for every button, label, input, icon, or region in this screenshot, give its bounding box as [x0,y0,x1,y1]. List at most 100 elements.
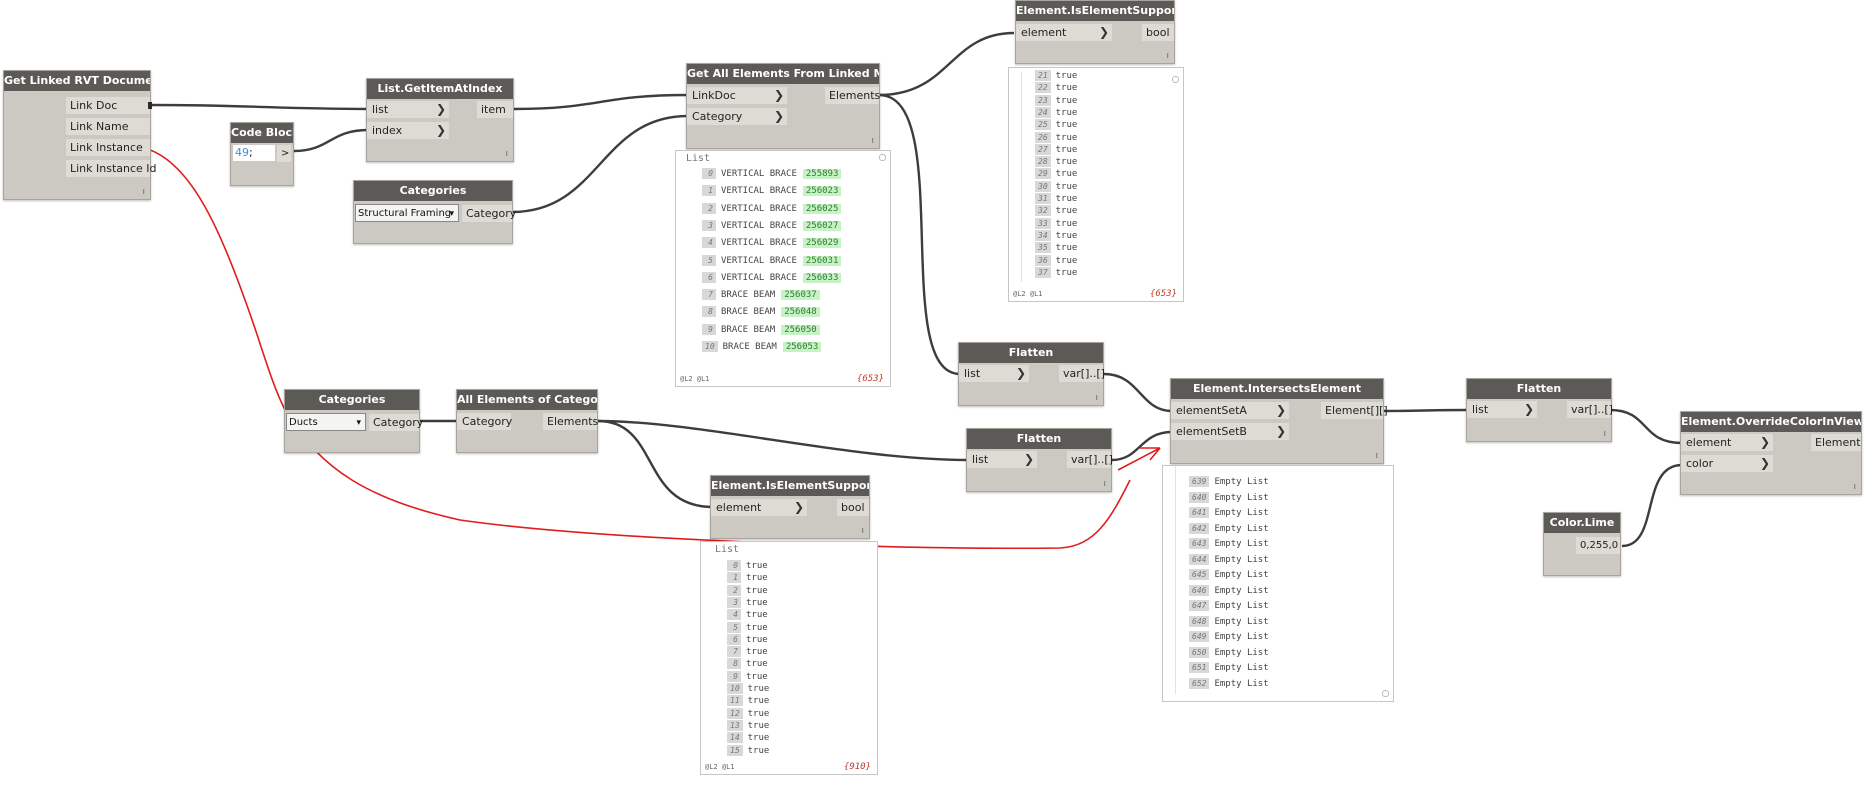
wire-flatten2-to-setB[interactable] [1111,430,1173,462]
port-label: element [1021,26,1067,39]
output-port-element-array[interactable]: Element[][] [1321,402,1388,419]
row-value: VERTICAL BRACE [721,186,797,197]
element-id-link[interactable]: 255893 [802,169,842,179]
chevron-right-icon: ❯ [793,500,804,514]
preview-supported-bottom[interactable]: List 0 true 1 true 2 true 3 true 4 true 5 true 6 true… [700,541,878,775]
node-flatten-2[interactable]: Flatten list ❯ var[]..[] ı [966,428,1113,492]
element-id-link[interactable]: 256029 [802,238,842,249]
input-port-element-set-b[interactable]: elementSetB ❯ [1171,423,1289,440]
input-port-element-set-a[interactable]: elementSetA ❯ [1171,402,1289,419]
output-port-var[interactable]: var[]..[] [1067,451,1113,468]
output-port-link-name[interactable]: Link Name [66,118,150,135]
output-port-bool[interactable]: bool [1142,24,1174,41]
input-port-category[interactable]: Category ❯ [687,108,787,125]
preview-linked-model[interactable]: List 0 VERTICAL BRACE 255893 1 VERTICAL BRAC… [675,150,891,387]
input-port-list[interactable]: list ❯ [959,365,1029,382]
node-footer-mark: ı [1375,451,1378,461]
output-port-link-instance-id[interactable]: Link Instance Id [66,160,157,177]
input-port-index[interactable]: index ❯ [367,122,449,139]
code-editor[interactable]: 49; [233,145,275,161]
row-index: 29 [1035,168,1051,180]
node-title: Color.Lime [1544,513,1620,533]
port-label: element [716,501,762,514]
wire-item-to-linkdoc[interactable] [513,93,689,111]
node-is-element-supported-bottom[interactable]: Element.IsElementSupported element ❯ bool… [710,475,870,539]
wire-codeblock-to-index[interactable] [293,128,369,153]
node-list-get-item-at-index[interactable]: List.GetItemAtIndex list ❯ index ❯ item ı [366,78,514,162]
output-port-elements[interactable]: Elements [543,413,598,430]
input-port-color[interactable]: color ❯ [1681,455,1773,472]
row-value: true [1055,83,1078,94]
port-label: list [972,453,989,466]
resize-handle[interactable] [879,154,886,161]
category-dropdown[interactable]: Structural Framing ▾ [355,204,459,222]
element-id-link[interactable]: 256050 [781,324,820,335]
output-port-code[interactable]: > [277,145,291,162]
input-port-list[interactable]: list ❯ [367,101,449,118]
preview-intersects[interactable]: 639 Empty List 640 Empty List 641 Empty List 6… [1162,465,1394,702]
node-get-linked-rvt-documents[interactable]: Get Linked RVT Documents Link Doc Link N… [3,70,157,200]
node-title: Categories [354,181,512,201]
input-port-linkdoc[interactable]: LinkDoc ❯ [687,87,787,104]
row-value: true [1055,181,1078,192]
output-port-link-instance[interactable]: Link Instance [66,139,150,156]
output-port-bool[interactable]: bool [837,499,869,516]
row-value: true [1055,107,1078,118]
node-get-all-elements-linked[interactable]: Get All Elements From Linked Model LinkD… [686,63,880,149]
node-categories-structural[interactable]: Categories Structural Framing ▾ Category [353,180,516,244]
node-code-block[interactable]: Code Block 49; > [230,122,294,186]
wire-linkdoc-to-list[interactable] [150,103,369,111]
input-port-category[interactable]: Category [457,413,512,430]
element-id-link[interactable]: 256031 [802,255,842,266]
node-is-element-supported-top[interactable]: Element.IsElementSupported element ❯ bool… [1015,0,1175,64]
preview-row: 24 true [1035,106,1078,118]
output-port-var[interactable]: var[]..[] [1059,365,1105,382]
output-port-category[interactable]: Category [369,414,423,431]
input-port-element[interactable]: element ❯ [711,499,807,516]
wire-color-to-color[interactable] [1621,463,1683,548]
preview-count: {653} [856,374,884,384]
element-id-link[interactable]: 256027 [802,220,842,231]
node-categories-ducts[interactable]: Categories Ducts ▾ Category [284,389,423,453]
preview-row: 11 true [727,695,769,707]
input-port-list[interactable]: list ❯ [967,451,1037,468]
dropdown-value: Structural Framing [358,208,452,219]
output-port-var[interactable]: var[]..[] [1567,401,1613,418]
node-flatten-1[interactable]: Flatten list ❯ var[]..[] ı [958,342,1105,406]
output-port-element[interactable]: Element [1811,434,1861,451]
node-element-intersects-element[interactable]: Element.IntersectsElement elementSetA ❯ e… [1170,378,1388,464]
element-id-link[interactable]: 256053 [782,342,822,352]
wire-elements-to-flatten[interactable] [878,93,961,376]
wire-elements-to-flatten2[interactable] [597,419,969,462]
row-value: true [746,647,768,658]
output-port-color[interactable]: 0,255,0 [1576,537,1620,554]
wire-flatten3-to-element[interactable] [1609,408,1683,445]
wire-category-to-category[interactable] [511,114,689,214]
node-element-override-color[interactable]: Element.OverrideColorInView element ❯ col… [1680,411,1862,495]
element-id-link[interactable]: 256023 [802,186,842,197]
input-port-element[interactable]: element ❯ [1016,24,1112,41]
wire-elements-to-supported[interactable] [878,31,1015,97]
preview-supported-top[interactable]: 21 true 22 true 23 true 24 true 25 true 26 true 27 tr… [1008,67,1184,302]
element-id-link[interactable]: 256033 [802,272,842,283]
wire-intersects-to-flatten3[interactable] [1383,408,1469,413]
chevron-right-icon: ❯ [435,102,446,116]
output-port-link-doc[interactable]: Link Doc [66,97,150,114]
wire-elements-to-supported2[interactable] [597,419,714,509]
output-port-elements[interactable]: Elements [825,87,880,104]
category-dropdown[interactable]: Ducts ▾ [286,413,366,431]
node-flatten-3[interactable]: Flatten list ❯ var[]..[] ı [1466,378,1613,442]
node-all-elements-of-category[interactable]: All Elements of Category Category Elemen… [456,389,598,453]
element-id-link[interactable]: 256037 [781,290,820,301]
output-port-item[interactable]: item [477,101,513,118]
resize-handle[interactable] [1382,690,1389,697]
resize-handle[interactable] [1172,76,1179,83]
row-index: 26 [1035,131,1051,143]
input-port-list[interactable]: list ❯ [1467,401,1537,418]
output-port-category[interactable]: Category [462,205,516,222]
element-id-link[interactable]: 256048 [781,307,820,318]
node-color-lime[interactable]: Color.Lime 0,255,0 [1543,512,1621,576]
input-port-element[interactable]: element ❯ [1681,434,1773,451]
element-id-link[interactable]: 256025 [802,203,842,214]
wire-flatten-to-setA[interactable] [1103,372,1173,413]
